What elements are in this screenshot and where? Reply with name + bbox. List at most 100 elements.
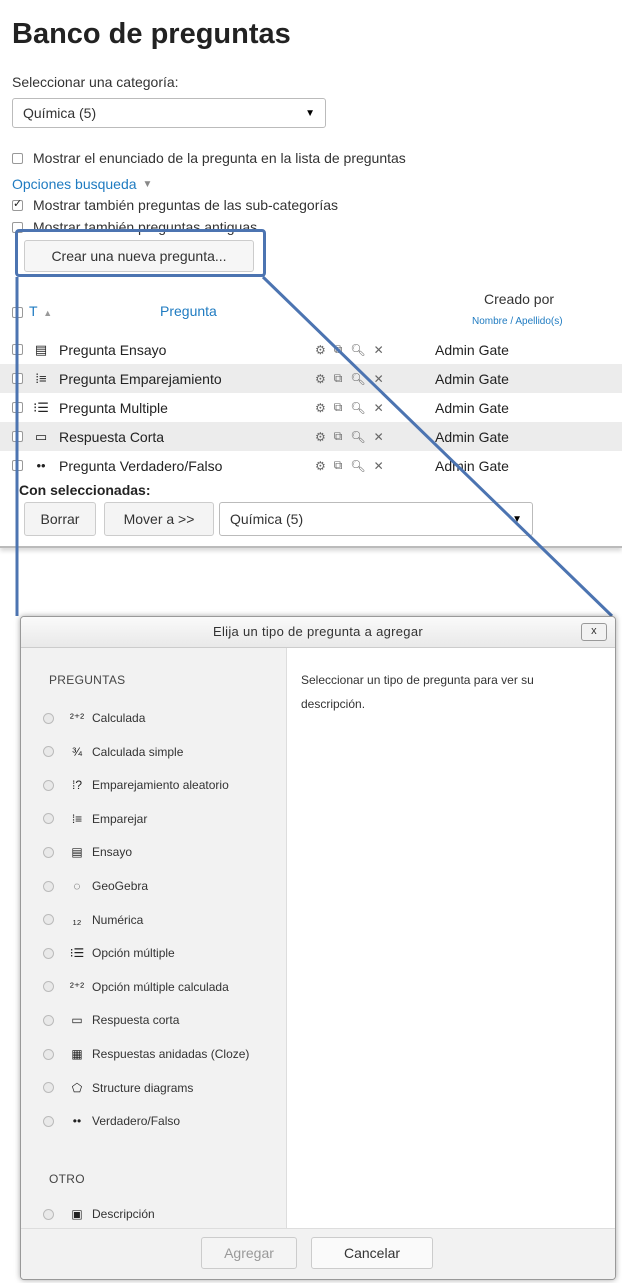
gear-icon[interactable]: ⚙ — [315, 372, 326, 386]
table-row[interactable]: ⁝☰ Pregunta Multiple ⚙ ⧉ 🔍︎ ✕ Admin Gate — [0, 393, 622, 422]
gear-icon[interactable]: ⚙ — [315, 343, 326, 357]
row-actions: ⚙ ⧉ 🔍︎ ✕ — [315, 458, 384, 473]
radio-button[interactable] — [43, 1208, 54, 1220]
table-row[interactable]: ▤ Pregunta Ensayo ⚙ ⧉ 🔍︎ ✕ Admin Gate — [0, 335, 622, 364]
radio-button[interactable] — [43, 712, 54, 724]
radio-button[interactable] — [43, 746, 54, 758]
search-icon[interactable]: 🔍︎ — [350, 459, 365, 473]
question-type-option[interactable]: ⬠ Structure diagrams — [43, 1078, 193, 1098]
gear-icon[interactable]: ⚙ — [315, 401, 326, 415]
question-type-dialog: Elija un tipo de pregunta a agregar x PR… — [20, 616, 616, 1280]
cancel-button[interactable]: Cancelar — [311, 1237, 433, 1269]
show-statement-label: Mostrar el enunciado de la pregunta en l… — [33, 150, 406, 166]
move-target-select[interactable]: Química (5) ▼ — [219, 502, 533, 536]
radio-button[interactable] — [43, 947, 54, 959]
question-type-option[interactable]: ⁞≡ Emparejar — [43, 809, 147, 829]
radio-button[interactable] — [43, 779, 54, 791]
gear-icon[interactable]: ⚙ — [315, 430, 326, 444]
option-label: GeoGebra — [92, 879, 149, 893]
radio-button[interactable] — [43, 846, 54, 858]
radio-button[interactable] — [43, 981, 54, 993]
duplicate-icon[interactable]: ⧉ — [334, 371, 343, 386]
radio-button[interactable] — [43, 914, 54, 926]
type-description-pane: Seleccionar un tipo de pregunta para ver… — [287, 648, 615, 1228]
close-label: x — [591, 625, 597, 637]
gear-icon[interactable]: ⚙ — [315, 459, 326, 473]
created-by-sort-links[interactable]: Nombre / Apellido(s) — [472, 316, 563, 327]
question-type-option[interactable]: •• Verdadero/Falso — [43, 1111, 180, 1131]
question-name: Pregunta Multiple — [59, 399, 168, 416]
question-type-option[interactable]: ▣ Descripción — [43, 1204, 155, 1224]
duplicate-icon[interactable]: ⧉ — [334, 458, 343, 473]
delete-icon[interactable]: ✕ — [374, 401, 384, 415]
radio-button[interactable] — [43, 1082, 54, 1094]
page-title: Banco de preguntas — [12, 18, 291, 50]
search-icon[interactable]: 🔍︎ — [350, 401, 365, 415]
delete-icon[interactable]: ✕ — [374, 459, 384, 473]
radio-button[interactable] — [43, 813, 54, 825]
question-type-option[interactable]: ⁝☰ Opción múltiple — [43, 943, 175, 963]
add-button[interactable]: Agregar — [201, 1237, 297, 1269]
show-statement-option[interactable]: Mostrar el enunciado de la pregunta en l… — [12, 150, 406, 166]
question-type-option[interactable]: ₁₂ Numérica — [43, 910, 143, 930]
structure-diagram-icon: ⬠ — [71, 1080, 83, 1095]
question-type-option[interactable]: ¾ Calculada simple — [43, 742, 183, 762]
search-icon[interactable]: 🔍︎ — [350, 343, 365, 357]
calculated-icon: ²⁺² — [69, 711, 85, 725]
option-label: Emparejar — [92, 811, 148, 826]
option-label: Respuesta corta — [92, 1013, 180, 1028]
show-subcategories-label: Mostrar también preguntas de las sub-cat… — [33, 197, 339, 213]
row-checkbox[interactable] — [12, 431, 23, 442]
duplicate-icon[interactable]: ⧉ — [334, 400, 343, 415]
question-type-option[interactable]: ²⁺² Opción múltiple calculada — [43, 977, 229, 997]
question-header[interactable]: Pregunta — [160, 303, 217, 319]
search-options-link[interactable]: Opciones busqueda — [12, 176, 137, 192]
with-selected-label: Con seleccionadas: — [19, 482, 151, 498]
duplicate-icon[interactable]: ⧉ — [334, 342, 343, 357]
question-type-option[interactable]: ²⁺² Calculada — [43, 708, 145, 728]
delete-icon[interactable]: ✕ — [374, 343, 384, 357]
option-label: Calculada simple — [92, 744, 184, 759]
show-subcategories-option[interactable]: Mostrar también preguntas de las sub-cat… — [12, 197, 338, 213]
section-questions: PREGUNTAS — [49, 673, 126, 687]
option-label: Opción múltiple calculada — [92, 979, 229, 994]
table-row[interactable]: ▭ Respuesta Corta ⚙ ⧉ 🔍︎ ✕ Admin Gate — [0, 422, 622, 451]
category-select[interactable]: Química (5) ▼ — [12, 98, 326, 128]
radio-button[interactable] — [43, 880, 54, 892]
row-checkbox[interactable] — [12, 344, 23, 355]
row-checkbox[interactable] — [12, 460, 23, 471]
search-icon[interactable]: 🔍︎ — [350, 372, 365, 386]
option-label: Ensayo — [92, 845, 133, 860]
select-all-checkbox[interactable] — [12, 307, 23, 318]
show-statement-checkbox[interactable] — [12, 152, 23, 164]
delete-icon[interactable]: ✕ — [374, 430, 384, 444]
radio-button[interactable] — [43, 1048, 54, 1060]
show-subcategories-checkbox[interactable] — [12, 197, 23, 211]
chevron-down-icon: ▼ — [512, 513, 522, 525]
question-name: Pregunta Ensayo — [59, 341, 167, 358]
creator-name: Admin Gate — [435, 370, 509, 387]
table-row[interactable]: •• Pregunta Verdadero/Falso ⚙ ⧉ 🔍︎ ✕ Admin Gat… — [0, 451, 622, 480]
question-type-option[interactable]: ▭ Respuesta corta — [43, 1010, 179, 1030]
radio-button[interactable] — [43, 1115, 54, 1127]
delete-icon[interactable]: ✕ — [374, 372, 384, 386]
radio-button[interactable] — [43, 1014, 54, 1026]
matching-icon: ⁞≡ — [71, 811, 83, 826]
duplicate-icon[interactable]: ⧉ — [334, 429, 343, 444]
delete-button[interactable]: Borrar — [24, 502, 96, 536]
close-icon[interactable]: x — [581, 623, 607, 641]
row-checkbox[interactable] — [12, 402, 23, 413]
question-type-option[interactable]: ▤ Ensayo — [43, 842, 132, 862]
question-type-option[interactable]: ▦ Respuestas anidadas (Cloze) — [43, 1044, 249, 1064]
search-icon[interactable]: 🔍︎ — [350, 430, 365, 444]
row-checkbox[interactable] — [12, 373, 23, 384]
creator-name: Admin Gate — [435, 341, 509, 358]
sort-type-header[interactable]: T ▲ — [29, 303, 52, 319]
question-type-option[interactable]: ◌ GeoGebra — [43, 876, 148, 896]
table-row[interactable]: ⁞≡ Pregunta Emparejamiento ⚙ ⧉ 🔍︎ ✕ Admin Gate — [0, 364, 622, 393]
question-type-list: PREGUNTAS ²⁺² Calculada ¾ Calculada simple ⁞… — [21, 648, 287, 1228]
search-options-toggle[interactable]: Opciones busqueda ▼ — [12, 176, 152, 192]
move-to-button[interactable]: Mover a >> — [104, 502, 214, 536]
question-type-option[interactable]: ⁞? Emparejamiento aleatorio — [43, 775, 229, 795]
essay-icon: ▤ — [71, 845, 83, 860]
